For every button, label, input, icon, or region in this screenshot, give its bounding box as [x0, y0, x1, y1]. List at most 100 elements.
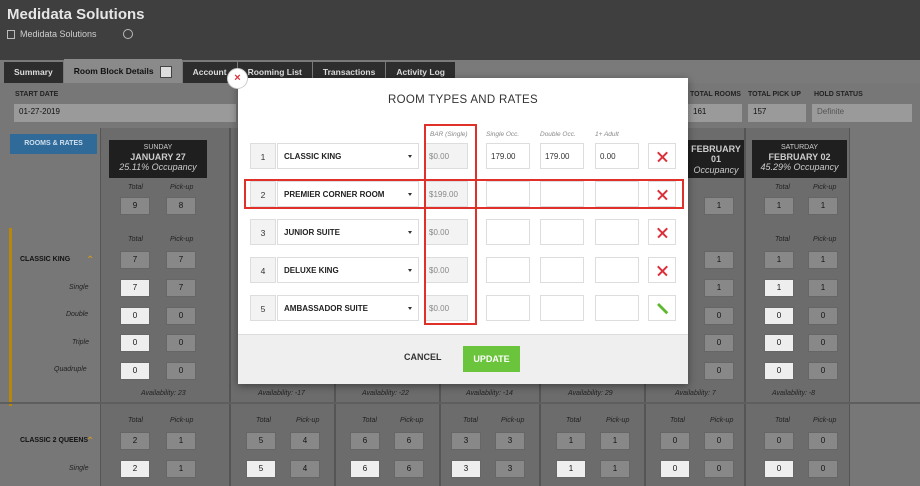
q-cell: 5 — [246, 432, 276, 450]
modal-footer: CANCEL UPDATE — [238, 334, 688, 384]
day-header-saturday: SATURDAY FEBRUARY 02 45.29% Occupancy — [752, 140, 847, 178]
rooms-rates-button[interactable]: ROOMS & RATES — [10, 134, 97, 154]
double-occ-input[interactable] — [540, 219, 584, 245]
row-number: 3 — [250, 219, 276, 245]
total-pickup-value: 157 — [748, 104, 806, 122]
ck-total-cell: 7 — [120, 251, 150, 269]
total-rooms-value: 161 — [688, 104, 742, 122]
tab-room-block-details[interactable]: Room Block Details — [63, 59, 182, 83]
header-adult: 1+ Adult — [595, 131, 619, 138]
adult-input[interactable] — [595, 257, 639, 283]
remove-icon[interactable] — [648, 219, 676, 245]
q-cell-input[interactable]: 5 — [246, 460, 276, 478]
double-occ-input[interactable] — [540, 295, 584, 321]
q-cell-input[interactable]: 1 — [556, 460, 586, 478]
row-label-single: Single — [69, 284, 89, 291]
single-occ-input[interactable] — [486, 219, 530, 245]
q-cell-input[interactable]: 6 — [350, 460, 380, 478]
double-occ-input[interactable]: 179.00 — [540, 143, 584, 169]
cancel-button[interactable]: CANCEL — [404, 352, 442, 362]
update-button[interactable]: UPDATE — [463, 346, 520, 372]
ck-cell-input[interactable]: 0 — [764, 362, 794, 380]
total-label: Total — [256, 417, 271, 424]
day-total-cell[interactable]: 9 — [120, 197, 150, 215]
room-type-select[interactable]: JUNIOR SUITE — [277, 219, 419, 245]
q-cell: 0 — [704, 460, 734, 478]
app-title: Medidata Solutions — [7, 6, 145, 23]
total-label: Total — [775, 236, 790, 243]
pickup-label: Pick-up — [813, 417, 837, 424]
day-dow: SUNDAY — [143, 144, 173, 151]
room-type-select[interactable]: DELUXE KING — [277, 257, 419, 283]
availability-7: Availability: -8 — [772, 390, 816, 397]
day-occupancy: 25.11% Occupancy — [119, 162, 197, 173]
highlight-bar-column — [424, 124, 477, 325]
row-label-triple: Triple — [72, 339, 89, 346]
availability-4: Availability: -14 — [466, 390, 513, 397]
q-cell: 0 — [764, 432, 794, 450]
triple-total-input[interactable]: 0 — [120, 334, 150, 352]
room-type-marker — [9, 228, 12, 406]
total-label: Total — [775, 417, 790, 424]
remove-icon[interactable] — [648, 257, 676, 283]
q-cell-input[interactable]: 0 — [660, 460, 690, 478]
day-date: FEBRUARY 02 — [768, 152, 831, 163]
pickup-label: Pick-up — [501, 417, 525, 424]
pickup-label: Pick-up — [813, 184, 837, 191]
header-double-occ: Double Occ. — [540, 131, 576, 138]
pickup-label: Pick-up — [170, 236, 194, 243]
collapse-icon[interactable]: ⌃ — [86, 255, 94, 266]
total-label: Total — [128, 236, 143, 243]
pickup-label: Pick-up — [400, 417, 424, 424]
ck-cell: 1 — [764, 251, 794, 269]
collapse-icon[interactable]: ⌃ — [86, 436, 94, 447]
q-cell: 4 — [290, 460, 320, 478]
availability-1: Availability: 23 — [141, 390, 186, 397]
ck-cell: 0 — [704, 362, 734, 380]
room-type-select[interactable]: AMBASSADOR SUITE — [277, 295, 419, 321]
close-icon[interactable]: × — [227, 68, 248, 89]
single-occ-input[interactable] — [486, 295, 530, 321]
day-occupancy: Occupancy — [693, 164, 739, 175]
double-occ-input[interactable] — [540, 257, 584, 283]
adult-input[interactable] — [595, 219, 639, 245]
start-date-label: START DATE — [15, 91, 59, 98]
ck-cell-input[interactable]: 1 — [764, 279, 794, 297]
start-date-field[interactable]: 01-27-2019 — [14, 104, 236, 122]
adult-input[interactable]: 0.00 — [595, 143, 639, 169]
q-cell: 1 — [600, 460, 630, 478]
ck-cell: 0 — [704, 334, 734, 352]
single-occ-input[interactable] — [486, 257, 530, 283]
ck-cell: 0 — [808, 362, 838, 380]
double-total-input[interactable]: 0 — [120, 307, 150, 325]
single-occ-input[interactable]: 179.00 — [486, 143, 530, 169]
pickup-label: Pick-up — [813, 236, 837, 243]
q-cell-input[interactable]: 0 — [764, 460, 794, 478]
q-cell: 6 — [394, 460, 424, 478]
q-cell: 0 — [660, 432, 690, 450]
q-single-pickup-cell: 1 — [166, 460, 196, 478]
q-cell: 1 — [600, 432, 630, 450]
q-cell-input[interactable]: 3 — [451, 460, 481, 478]
account-name: Medidata Solutions — [20, 29, 97, 39]
caret-down-icon — [408, 231, 412, 234]
ck-cell-input[interactable]: 0 — [764, 334, 794, 352]
quadruple-total-input[interactable]: 0 — [120, 362, 150, 380]
q-cell: 0 — [704, 432, 734, 450]
globe-icon[interactable] — [123, 29, 133, 39]
pickup-label: Pick-up — [170, 184, 194, 191]
expand-icon[interactable] — [159, 65, 172, 78]
remove-icon[interactable] — [648, 143, 676, 169]
q-single-total-input[interactable]: 2 — [120, 460, 150, 478]
q-cell: 1 — [556, 432, 586, 450]
room-type-select[interactable]: CLASSIC KING — [277, 143, 419, 169]
q-pickup-cell: 1 — [166, 432, 196, 450]
ck-cell: 1 — [808, 279, 838, 297]
q-cell: 3 — [495, 460, 525, 478]
ck-cell-input[interactable]: 0 — [764, 307, 794, 325]
adult-input[interactable] — [595, 295, 639, 321]
single-total-input[interactable]: 7 — [120, 279, 150, 297]
tab-summary[interactable]: Summary — [4, 62, 63, 83]
add-icon[interactable] — [648, 295, 676, 321]
availability-3: Availability: -22 — [362, 390, 409, 397]
